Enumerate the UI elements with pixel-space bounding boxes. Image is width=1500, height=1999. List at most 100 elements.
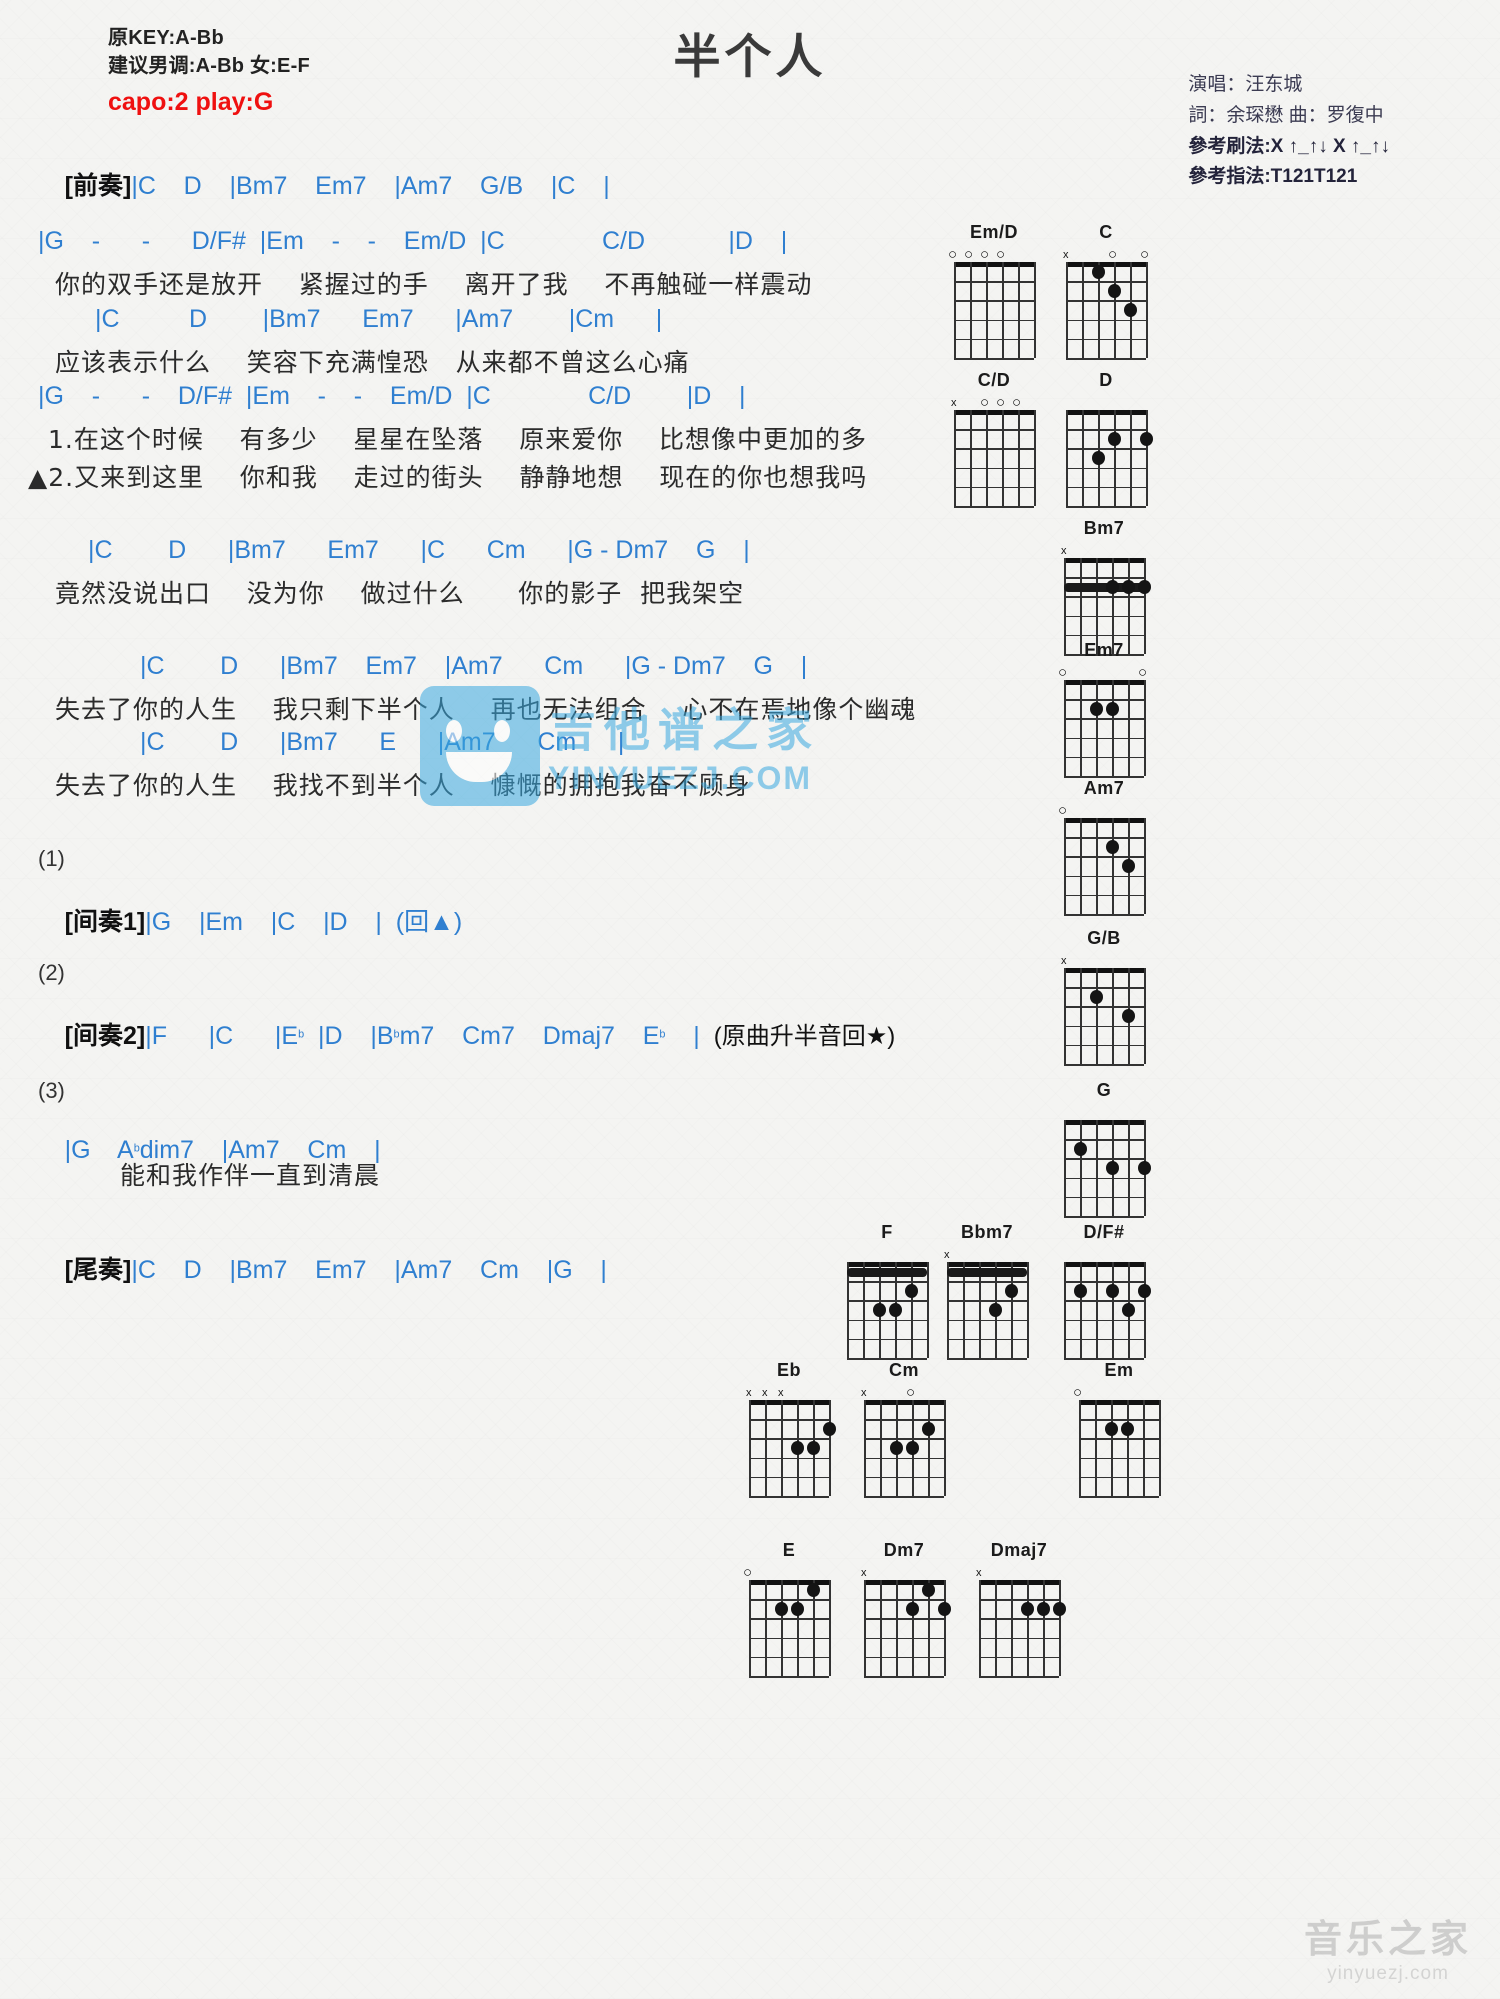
- fret-line: [1066, 300, 1146, 302]
- fret-line: [1064, 634, 1144, 637]
- fret-line: [1064, 718, 1144, 720]
- fret-line: [1064, 1158, 1144, 1160]
- fret-line: [864, 1496, 944, 1498]
- fret-line: [1064, 756, 1144, 759]
- finger-dot: [1106, 1283, 1119, 1298]
- finger-dot: [1106, 579, 1119, 594]
- string-line: [1146, 410, 1148, 506]
- string-line: [1114, 410, 1116, 506]
- chord-open-mute-markers: ○ ○ ○ ○: [948, 246, 1038, 263]
- string-line: [1066, 262, 1068, 358]
- string-line: [970, 262, 972, 358]
- fret-line: [1079, 1476, 1159, 1479]
- fret-line: [954, 319, 1034, 322]
- chord-fretboard-grid: [1060, 680, 1148, 778]
- finger-dot: [1122, 1009, 1135, 1023]
- nut-line: [1064, 968, 1144, 973]
- fret-line: [749, 1457, 829, 1460]
- chord-fretboard-grid: [1060, 818, 1148, 916]
- finger-dot: [989, 1303, 1002, 1317]
- fret-line: [1066, 448, 1146, 450]
- chord-fretboard-grid: [843, 1262, 931, 1360]
- finger-dot: [1074, 1283, 1087, 1298]
- chord-diagram-label: Bbm7: [960, 1222, 1013, 1242]
- finger-dot: [791, 1441, 804, 1455]
- string-line: [1130, 410, 1132, 506]
- open-string-icon: ○: [964, 246, 974, 263]
- chord-fretboard-grid: [975, 1580, 1066, 1678]
- string-line: [880, 1400, 882, 1496]
- chord-open-mute-markers: ○ ○ x: [1062, 246, 1150, 262]
- string-line: [1064, 968, 1066, 1064]
- fret-line: [979, 1676, 1059, 1678]
- open-string-icon: ○: [948, 246, 958, 263]
- nut-line: [847, 1262, 927, 1267]
- fret-line: [1079, 1438, 1159, 1440]
- open-string-icon: ○: [1012, 394, 1022, 411]
- chord-diagram-label: G: [1096, 1080, 1112, 1100]
- chord-fretboard-grid: [1060, 968, 1148, 1066]
- string-line: [1027, 1580, 1029, 1676]
- chord-open-mute-markers: ○: [1058, 802, 1148, 818]
- string-line: [1043, 1580, 1045, 1676]
- chord-open-mute-markers: ○: [743, 1564, 833, 1580]
- fret-line: [749, 1419, 829, 1421]
- chord-diagram-g: G: [1060, 1080, 1151, 1218]
- finger-dot: [807, 1441, 820, 1455]
- string-line: [1002, 262, 1004, 358]
- nut-line: [1064, 818, 1144, 823]
- finger-dot: [1037, 1601, 1050, 1616]
- fret-line: [1079, 1496, 1159, 1498]
- open-string-icon: ○: [1058, 664, 1068, 681]
- fret-line: [947, 1358, 1027, 1360]
- fret-line: [954, 300, 1034, 302]
- fret-line: [864, 1656, 944, 1659]
- string-line: [864, 1400, 866, 1496]
- finger-dot: [1092, 451, 1105, 465]
- fret-line: [1064, 1139, 1144, 1141]
- nut-line: [1064, 1120, 1144, 1125]
- fret-line: [1066, 281, 1146, 283]
- string-line: [1144, 1262, 1146, 1358]
- barre-bar: [847, 1267, 927, 1277]
- fret-line: [1064, 1319, 1144, 1322]
- muted-string-icon: x: [944, 1249, 950, 1261]
- chord-fretboard-grid: [943, 1262, 1031, 1360]
- fret-line: [1064, 596, 1144, 598]
- chord-diagram-label: Cm: [888, 1360, 919, 1380]
- fret-line: [954, 281, 1034, 283]
- fret-line: [1064, 1300, 1144, 1302]
- chord-fretboard-grid: [1060, 1262, 1151, 1360]
- finger-dot: [922, 1582, 935, 1597]
- fret-line: [1066, 319, 1146, 322]
- muted-string-icon: x: [861, 1567, 867, 1579]
- muted-string-icon: x: [762, 1387, 768, 1399]
- fret-line: [864, 1676, 944, 1678]
- string-line: [954, 410, 956, 506]
- chord-diagram-label: Dmaj7: [990, 1540, 1048, 1560]
- chord-diagram-label: D/F#: [1083, 1222, 1125, 1242]
- fret-line: [749, 1656, 829, 1659]
- string-line: [1018, 410, 1020, 506]
- fret-line: [1064, 737, 1144, 740]
- chord-open-mute-markers: x: [1060, 952, 1148, 968]
- finger-dot: [1106, 839, 1119, 854]
- string-line: [986, 410, 988, 506]
- finger-dot: [1121, 1421, 1134, 1436]
- fret-line: [864, 1438, 944, 1440]
- chord-diagram-label: Em/D: [969, 222, 1018, 242]
- string-line: [1096, 680, 1098, 776]
- string-line: [1082, 410, 1084, 506]
- finger-dot: [1092, 264, 1105, 279]
- string-line: [979, 1580, 981, 1676]
- chord-diagram-g-b: G/B x: [1060, 928, 1148, 1066]
- fret-line: [1079, 1419, 1159, 1421]
- chord-diagram-c-d: C/D ○ ○ ○ x: [950, 370, 1038, 508]
- fret-line: [979, 1656, 1059, 1659]
- nut-line: [1064, 680, 1144, 685]
- string-line: [944, 1400, 946, 1496]
- finger-dot: [906, 1601, 919, 1616]
- fret-line: [979, 1637, 1059, 1640]
- string-line: [944, 1580, 946, 1676]
- finger-dot: [807, 1582, 820, 1597]
